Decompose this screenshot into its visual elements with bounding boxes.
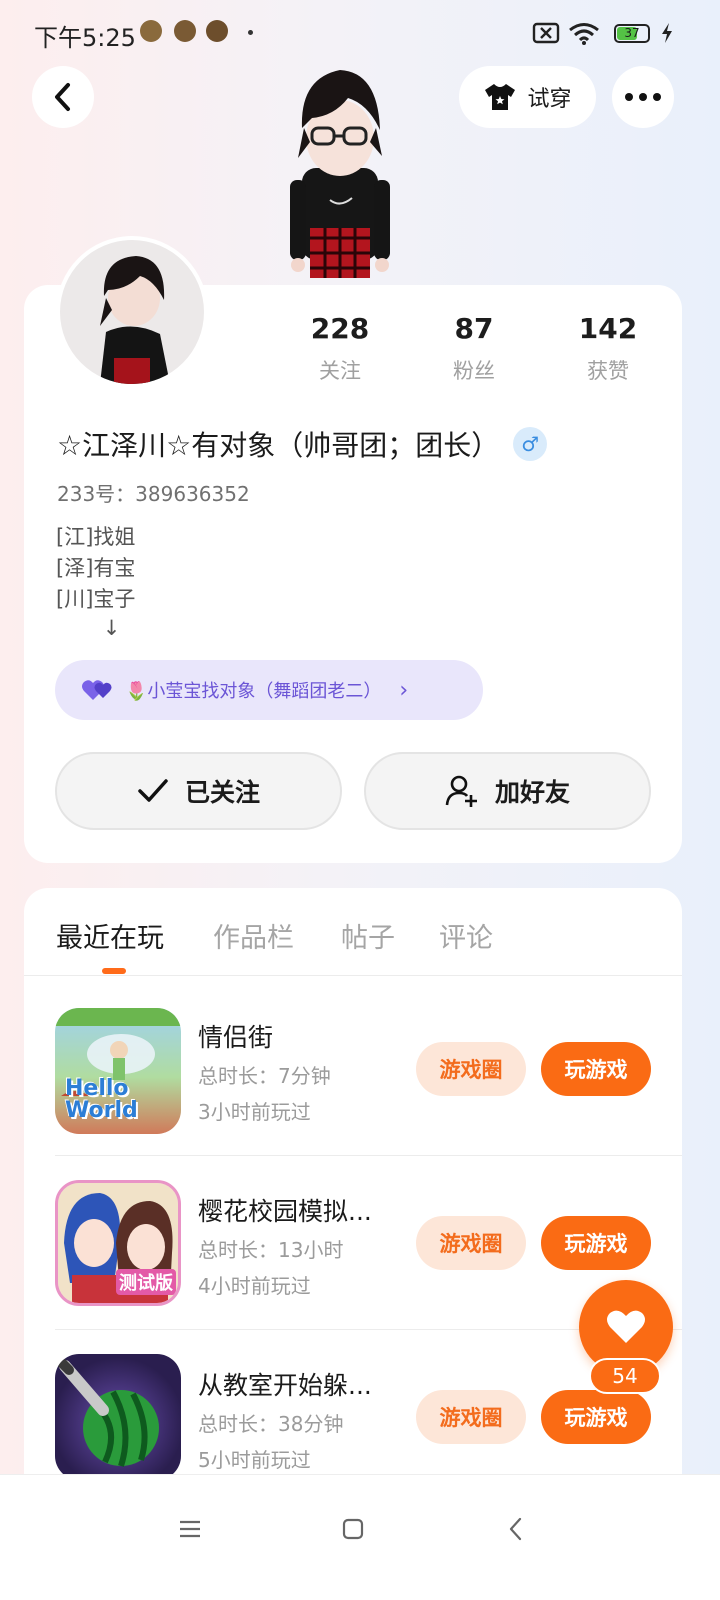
game-title[interactable]: 樱花校园模拟... — [198, 1192, 372, 1228]
game-last-played: 5小时前玩过 — [198, 1448, 311, 1472]
add-friend-button[interactable]: 加好友 — [364, 752, 651, 830]
user-id[interactable]: 233号：389636352 — [57, 478, 250, 507]
back-button[interactable] — [32, 66, 94, 128]
more-icon — [625, 93, 661, 101]
play-game-button[interactable]: 玩游戏 — [541, 1216, 651, 1270]
menu-icon — [180, 1520, 200, 1538]
lock-notification-icon — [206, 20, 228, 42]
stat-fans[interactable]: 87 粉丝 — [414, 312, 534, 385]
recent-apps-button[interactable] — [170, 1509, 210, 1549]
try-on-label: 试穿 — [527, 87, 572, 112]
double-heart-icon — [82, 680, 112, 700]
add-friend-label: 加好友 — [494, 778, 570, 807]
row-divider — [55, 1155, 682, 1156]
avatar-portrait — [100, 256, 170, 384]
back-triangle-icon — [509, 1517, 522, 1541]
game-last-played: 4小时前玩过 — [198, 1274, 311, 1298]
couple-relation-button[interactable]: 🌷小莹宝找对象（舞蹈团老二） › — [55, 660, 483, 720]
more-notifications-dot — [248, 30, 253, 35]
followed-label: 已关注 — [184, 778, 260, 807]
game-last-played: 3小时前玩过 — [198, 1100, 311, 1124]
tab-works[interactable]: 作品栏 — [213, 916, 294, 955]
following-count: 228 — [310, 312, 370, 345]
likes-label: 获赞 — [587, 359, 629, 383]
watermelon-icon — [55, 1355, 159, 1467]
play-game-button[interactable]: 玩游戏 — [541, 1390, 651, 1444]
app-notification-icon — [140, 20, 162, 42]
profile-name: ☆江泽川☆有对象（帅哥团；团长） — [57, 429, 500, 462]
followed-button[interactable]: 已关注 — [55, 752, 342, 830]
back-arrow-icon — [55, 83, 70, 111]
game-icon-text: Hello World — [65, 1076, 138, 1123]
tshirt-icon — [485, 84, 516, 110]
game-duration: 总时长：7分钟 — [198, 1064, 331, 1088]
bio-line: [川]宝子 — [56, 587, 136, 611]
battery-icon: 37 — [614, 24, 650, 43]
game-title[interactable]: 从教室开始躲... — [198, 1366, 372, 1402]
tab-comments[interactable]: 评论 — [439, 916, 493, 955]
following-label: 关注 — [319, 359, 361, 383]
try-on-button[interactable]: 试穿 — [459, 66, 596, 128]
game-title[interactable]: 情侣街 — [198, 1018, 273, 1054]
shield-notification-icon — [174, 20, 196, 42]
profile-name-row: ☆江泽川☆有对象（帅哥团；团长） ♂ — [57, 424, 548, 464]
game-icon[interactable]: Hello World — [55, 1008, 181, 1134]
status-time: 下午5:25 — [34, 24, 136, 52]
game-icon[interactable] — [55, 1354, 181, 1480]
charging-icon — [662, 23, 672, 43]
couple-label: 🌷小莹宝找对象（舞蹈团老二） — [125, 681, 382, 702]
tabs-divider — [24, 975, 682, 976]
add-user-icon — [445, 775, 477, 807]
stat-likes[interactable]: 142 获赞 — [548, 312, 668, 385]
tab-recently-played[interactable]: 最近在玩 — [56, 916, 164, 955]
profile-bio: [江]找姐 [泽]有宝 [川]宝子 ↓ — [56, 522, 135, 642]
game-circle-button[interactable]: 游戏圈 — [416, 1042, 526, 1096]
chevron-right-icon: › — [399, 677, 409, 703]
home-square-icon — [342, 1518, 364, 1540]
game-duration: 总时长：38分钟 — [198, 1412, 344, 1436]
system-back-button[interactable] — [496, 1509, 536, 1549]
game-icon[interactable]: 测试版 — [55, 1180, 181, 1306]
game-circle-button[interactable]: 游戏圈 — [416, 1216, 526, 1270]
likes-count: 142 — [578, 312, 638, 345]
bio-line: [泽]有宝 — [56, 556, 136, 580]
avatar[interactable] — [56, 236, 208, 388]
tab-posts[interactable]: 帖子 — [341, 916, 395, 955]
fans-count: 87 — [454, 312, 494, 345]
bio-line: [江]找姐 — [56, 525, 136, 549]
game-circle-button[interactable]: 游戏圈 — [416, 1390, 526, 1444]
male-gender-icon: ♂ — [513, 427, 548, 461]
game-duration: 总时长：13小时 — [198, 1238, 344, 1262]
home-button[interactable] — [333, 1509, 373, 1549]
wifi-icon — [569, 23, 599, 45]
play-game-button[interactable]: 玩游戏 — [541, 1042, 651, 1096]
heart-icon — [607, 1310, 645, 1343]
stat-following[interactable]: 228 关注 — [280, 312, 400, 385]
game-icon-text: 测试版 — [116, 1269, 176, 1295]
like-count-badge: 54 — [589, 1358, 661, 1394]
battery-level: 37 — [624, 26, 640, 40]
active-tab-indicator — [102, 968, 126, 974]
checkmark-icon — [138, 779, 168, 802]
avatar-figure[interactable] — [282, 58, 398, 290]
sim-disabled-icon — [532, 22, 560, 44]
system-nav-bar — [0, 1474, 720, 1600]
fans-label: 粉丝 — [453, 359, 495, 383]
status-bar: 下午5:25 37 — [0, 0, 720, 62]
bio-line: ↓ — [56, 616, 121, 640]
more-options-button[interactable] — [612, 66, 674, 128]
